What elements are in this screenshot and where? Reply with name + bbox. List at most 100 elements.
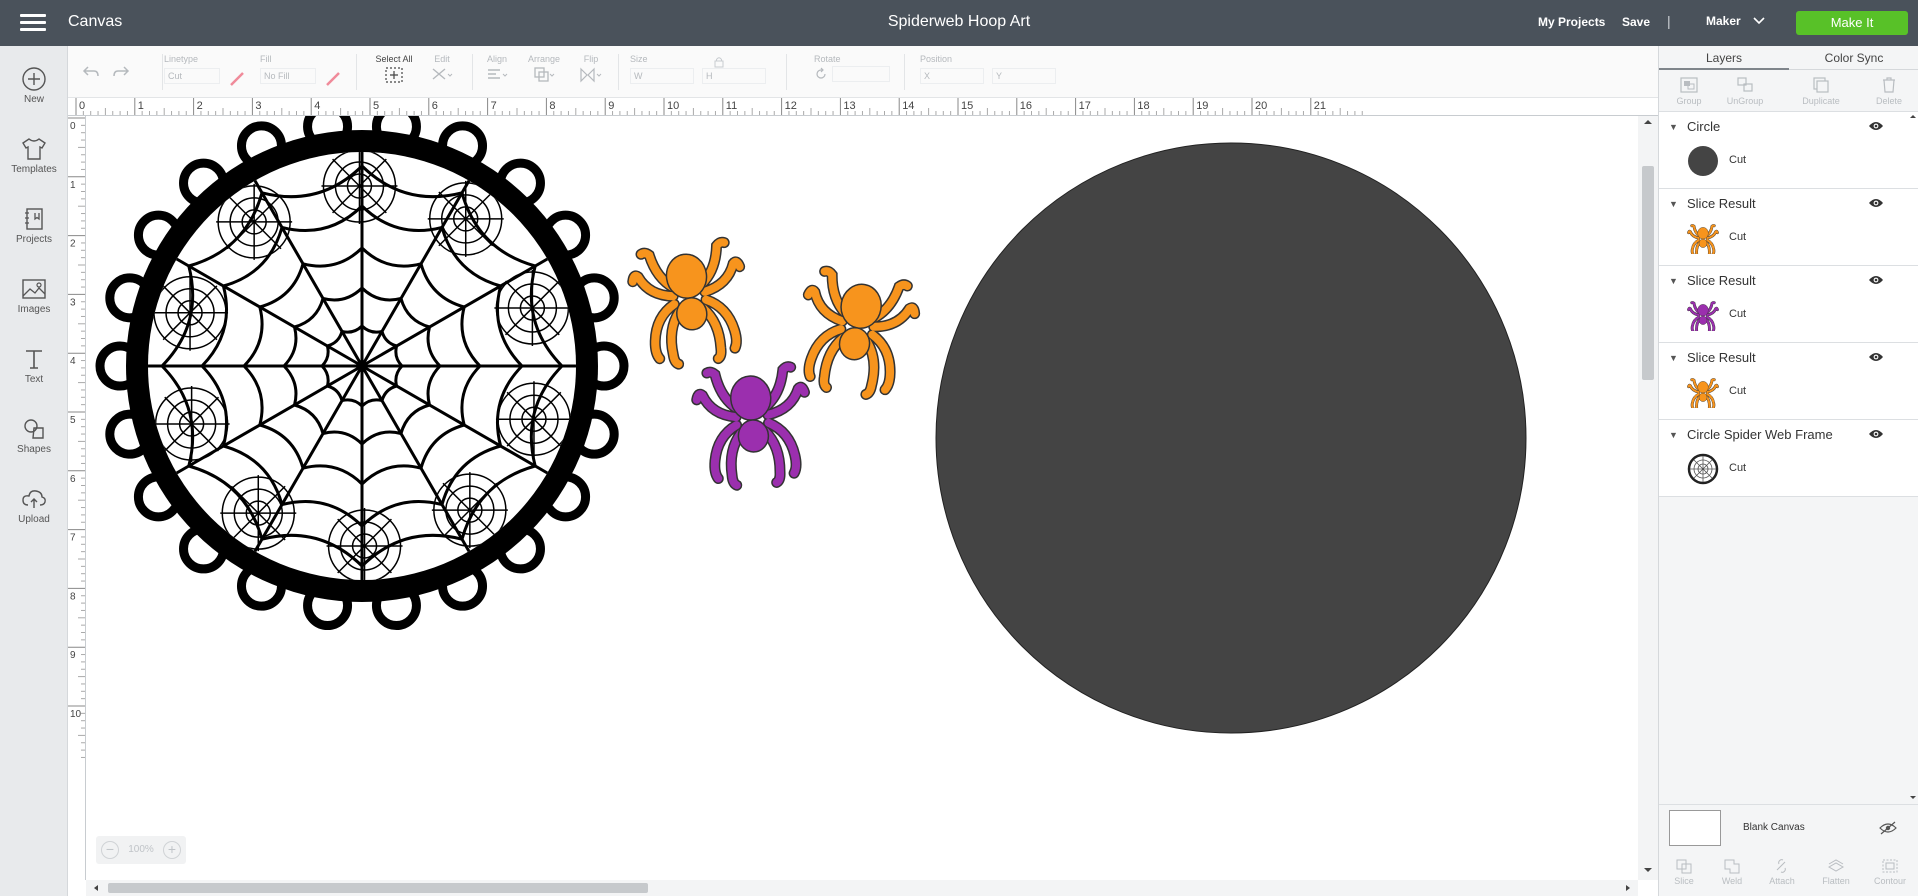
upload-button[interactable]: Upload bbox=[0, 478, 68, 540]
hamburger-menu-icon[interactable] bbox=[20, 14, 46, 32]
lock-icon[interactable] bbox=[712, 56, 726, 68]
circle-thumb-icon bbox=[1688, 146, 1718, 176]
expand-caret-icon[interactable]: ▼ bbox=[1669, 353, 1678, 363]
zoom-in-button[interactable]: + bbox=[163, 841, 181, 859]
vertical-scroll-thumb[interactable] bbox=[1642, 166, 1654, 380]
layer-slice-result-1[interactable]: ▼ Slice Result Cut bbox=[1659, 189, 1918, 266]
chevron-down-icon[interactable] bbox=[1752, 14, 1766, 28]
blank-canvas-row[interactable]: Blank Canvas bbox=[1659, 804, 1918, 854]
fill-color-icon[interactable] bbox=[324, 70, 342, 88]
orange-spider-thumb-icon bbox=[1687, 378, 1719, 408]
projects-icon bbox=[25, 208, 43, 230]
eye-icon[interactable] bbox=[1868, 351, 1884, 363]
eye-icon[interactable] bbox=[1868, 197, 1884, 209]
templates-button[interactable]: Templates bbox=[0, 128, 68, 190]
canvas-vertical-scrollbar[interactable] bbox=[1638, 116, 1658, 880]
save-button[interactable]: Save bbox=[1622, 15, 1650, 29]
ruler-label: 8 bbox=[549, 100, 555, 112]
text-label: Text bbox=[24, 374, 44, 385]
size-width-input[interactable]: W bbox=[630, 68, 694, 84]
layers-scrollbar[interactable] bbox=[1907, 112, 1918, 802]
weld-button[interactable]: Weld bbox=[1709, 858, 1755, 886]
text-button[interactable]: Text bbox=[0, 338, 68, 400]
contour-label: Contour bbox=[1873, 876, 1907, 886]
machine-select[interactable]: Maker bbox=[1706, 14, 1741, 28]
images-label: Images bbox=[17, 304, 51, 315]
scroll-up-arrow-icon[interactable] bbox=[1643, 118, 1653, 126]
scroll-down-arrow-icon[interactable] bbox=[1643, 866, 1653, 874]
app-name: Canvas bbox=[68, 13, 123, 30]
eye-hidden-icon[interactable] bbox=[1879, 821, 1897, 835]
canvas-horizontal-scrollbar[interactable] bbox=[86, 880, 1638, 896]
position-x-input[interactable]: X bbox=[920, 68, 984, 84]
duplicate-label: Duplicate bbox=[1802, 96, 1840, 106]
edit-scissors-icon[interactable] bbox=[430, 66, 454, 84]
orange-spider-1[interactable] bbox=[627, 236, 752, 370]
flip-icon[interactable] bbox=[579, 66, 603, 84]
ruler-label: 1 bbox=[70, 180, 76, 191]
scroll-right-arrow-icon[interactable] bbox=[1624, 884, 1632, 892]
group-label: Group bbox=[1676, 96, 1702, 106]
eye-icon[interactable] bbox=[1868, 428, 1884, 440]
slice-button[interactable]: Slice bbox=[1661, 858, 1707, 886]
expand-caret-icon[interactable]: ▼ bbox=[1669, 276, 1678, 286]
slice-label: Slice bbox=[1674, 876, 1694, 886]
document-title[interactable]: Spiderweb Hoop Art bbox=[888, 13, 1030, 30]
layer-circle[interactable]: ▼ Circle Cut bbox=[1659, 112, 1918, 189]
ruler-label: 4 bbox=[70, 356, 76, 367]
select-all-icon[interactable] bbox=[384, 66, 404, 84]
images-button[interactable]: Images bbox=[0, 268, 68, 330]
dark-circle[interactable] bbox=[935, 142, 1527, 734]
expand-caret-icon[interactable]: ▼ bbox=[1669, 122, 1678, 132]
size-height-input[interactable]: H bbox=[702, 68, 766, 84]
align-label: Align bbox=[486, 54, 507, 64]
expand-caret-icon[interactable]: ▼ bbox=[1669, 199, 1678, 209]
ruler-label: 6 bbox=[70, 474, 76, 485]
expand-caret-icon[interactable]: ▼ bbox=[1669, 430, 1678, 440]
linetype-color-icon[interactable] bbox=[228, 70, 246, 88]
layer-operation: Cut bbox=[1729, 462, 1747, 474]
my-projects-link[interactable]: My Projects bbox=[1538, 15, 1605, 29]
delete-button[interactable]: Delete bbox=[1863, 76, 1915, 106]
fill-select[interactable]: No Fill bbox=[260, 68, 316, 84]
attach-icon bbox=[1776, 859, 1786, 873]
eye-icon[interactable] bbox=[1868, 274, 1884, 286]
ruler-label: 7 bbox=[70, 533, 76, 544]
group-button[interactable]: Group bbox=[1663, 76, 1715, 106]
new-button[interactable]: New bbox=[0, 58, 68, 120]
eye-icon[interactable] bbox=[1868, 120, 1884, 132]
undo-icon[interactable] bbox=[82, 64, 100, 80]
position-y-input[interactable]: Y bbox=[992, 68, 1056, 84]
redo-icon[interactable] bbox=[112, 64, 130, 80]
scroll-left-arrow-icon[interactable] bbox=[92, 884, 100, 892]
layer-slice-result-3[interactable]: ▼ Slice Result Cut bbox=[1659, 343, 1918, 420]
tab-color-sync[interactable]: Color Sync bbox=[1789, 46, 1918, 70]
horizontal-scroll-thumb[interactable] bbox=[108, 883, 648, 893]
size-label: Size bbox=[630, 54, 648, 64]
web-frame-thumb-icon bbox=[1687, 453, 1719, 485]
tab-layers[interactable]: Layers bbox=[1659, 46, 1789, 70]
zoom-out-button[interactable]: − bbox=[101, 841, 119, 859]
shapes-button[interactable]: Shapes bbox=[0, 408, 68, 470]
layer-circle-spider-web-frame[interactable]: ▼ Circle Spider Web Frame Cut bbox=[1659, 420, 1918, 497]
arrange-icon[interactable] bbox=[532, 66, 556, 84]
flatten-button[interactable]: Flatten bbox=[1813, 858, 1859, 886]
contour-button[interactable]: Contour bbox=[1867, 858, 1913, 886]
layer-slice-result-2[interactable]: ▼ Slice Result Cut bbox=[1659, 266, 1918, 343]
projects-button[interactable]: Projects bbox=[0, 198, 68, 260]
ungroup-button[interactable]: UnGroup bbox=[1719, 76, 1771, 106]
design-canvas[interactable] bbox=[86, 116, 1638, 880]
orange-spider-2[interactable] bbox=[793, 265, 921, 401]
spider-web-frame[interactable] bbox=[95, 116, 629, 631]
duplicate-button[interactable]: Duplicate bbox=[1795, 76, 1847, 106]
ruler-label: 19 bbox=[1196, 100, 1208, 112]
make-it-button[interactable]: Make It bbox=[1796, 11, 1908, 35]
linetype-select[interactable]: Cut bbox=[164, 68, 220, 84]
blank-canvas-swatch[interactable] bbox=[1669, 810, 1721, 846]
align-icon[interactable] bbox=[485, 66, 509, 84]
ruler-horizontal: 0 1 2 3 4 5 6 7 8 9 10 11 12 13 14 15 16 17 18 19 20 21 bbox=[68, 98, 1658, 116]
attach-button[interactable]: Attach bbox=[1759, 858, 1805, 886]
purple-spider[interactable] bbox=[691, 361, 811, 491]
ungroup-label: UnGroup bbox=[1726, 96, 1764, 106]
rotate-input[interactable] bbox=[832, 66, 890, 82]
